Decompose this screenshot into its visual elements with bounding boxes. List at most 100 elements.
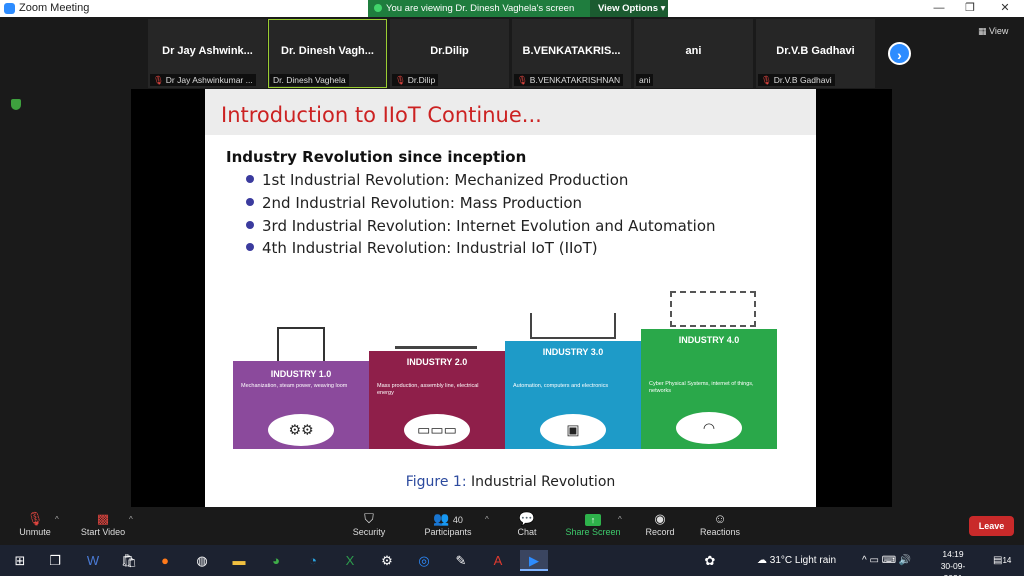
participant-tile[interactable]: B.VENKATAKRIS... 🎙 B.VENKATAKRISHNAN bbox=[512, 19, 631, 88]
participants-options-caret[interactable]: ^ bbox=[485, 515, 489, 524]
muted-mic-icon: 🎙 bbox=[395, 75, 406, 85]
emoji-icon: ☺ bbox=[713, 511, 727, 526]
gallery-next-page-button[interactable]: › bbox=[888, 42, 911, 65]
start-video-button[interactable]: ▩ Start Video bbox=[68, 511, 138, 537]
conveyor-icon: ▭▭▭ bbox=[401, 411, 473, 449]
leave-button[interactable]: Leave bbox=[969, 516, 1014, 536]
slide-bullet: 4th Industrial Revolution: Industrial Io… bbox=[246, 239, 598, 257]
view-options-label: View Options bbox=[598, 3, 659, 14]
restore-button[interactable]: ❐ bbox=[955, 0, 985, 17]
grid-icon: ▦ bbox=[978, 26, 987, 36]
view-options-button[interactable]: View Options ▾ bbox=[590, 0, 668, 17]
participants-button[interactable]: 👥 40 Participants bbox=[413, 511, 483, 537]
muted-mic-icon: 🎙 bbox=[517, 75, 528, 85]
factory-icon bbox=[277, 327, 325, 361]
slide-bullet: 3rd Industrial Revolution: Internet Evol… bbox=[246, 217, 716, 235]
window-title: Zoom Meeting bbox=[19, 2, 90, 14]
security-shield-icon[interactable] bbox=[11, 99, 21, 110]
bullet-icon bbox=[246, 197, 254, 206]
industry-title: INDUSTRY 3.0 bbox=[542, 347, 604, 357]
industry-4-block: INDUSTRY 4.0 Cyber Physical Systems, int… bbox=[641, 329, 777, 449]
presentation-slide: Introduction to IIoT Continue... Industr… bbox=[205, 89, 816, 507]
participant-tile[interactable]: ani ani bbox=[634, 19, 753, 88]
app-icon[interactable]: ✎ bbox=[450, 550, 472, 571]
zoom-taskbar-icon[interactable]: ▶ bbox=[520, 550, 548, 571]
file-explorer-icon[interactable]: ▬ bbox=[228, 550, 250, 571]
weather-widget[interactable]: ☁ 31°C Light rain bbox=[757, 545, 836, 576]
participant-tile[interactable]: Dr.V.B Gadhavi 🎙 Dr.V.B Gadhavi bbox=[756, 19, 875, 88]
share-banner-text: You are viewing Dr. Dinesh Vaghela's scr… bbox=[386, 3, 575, 14]
notification-count: 14 bbox=[1002, 556, 1012, 565]
assembly-line-icon bbox=[395, 329, 477, 349]
participant-label: Dr. Dinesh Vaghela bbox=[270, 74, 349, 86]
windows-start-icon[interactable]: ⊞ bbox=[9, 550, 31, 571]
industry-desc: Mechanization, steam power, weaving loom bbox=[241, 383, 348, 389]
word-icon[interactable]: W bbox=[82, 550, 104, 571]
task-view-icon[interactable]: ❐ bbox=[44, 550, 66, 571]
participant-tile[interactable]: Dr.Dilip 🎙 Dr.Dilip bbox=[390, 19, 509, 88]
industry-2-block: INDUSTRY 2.0 Mass production, assembly l… bbox=[369, 351, 505, 449]
view-layout-button[interactable]: ▦ View bbox=[978, 26, 1008, 37]
shield-icon: ⛉ bbox=[364, 511, 374, 526]
minimize-button[interactable]: — bbox=[924, 0, 954, 17]
clock[interactable]: 14:19 30-09-2021 bbox=[933, 548, 973, 576]
app-icon[interactable]: ◎ bbox=[413, 550, 435, 571]
acrobat-icon[interactable]: A bbox=[487, 550, 509, 571]
system-tray-icons[interactable]: ^ ▭ ⌨ 🔊 bbox=[862, 545, 911, 576]
computer-robot-icon bbox=[530, 313, 616, 339]
participant-name: ani bbox=[685, 45, 702, 57]
chat-button[interactable]: 💬 Chat bbox=[492, 511, 562, 537]
bullet-icon bbox=[246, 174, 254, 183]
excel-icon[interactable]: X bbox=[339, 550, 361, 571]
bullet-icon bbox=[246, 220, 254, 229]
industry-desc: Cyber Physical Systems, internet of thin… bbox=[649, 381, 754, 394]
participant-tile-active-speaker[interactable]: Dr. Dinesh Vagh... Dr. Dinesh Vaghela bbox=[268, 19, 387, 88]
reactions-button[interactable]: ☺ Reactions bbox=[685, 511, 755, 537]
network-robot-icon bbox=[670, 291, 756, 327]
chrome-icon[interactable]: ◕ bbox=[265, 550, 287, 571]
participant-name: Dr.Dilip bbox=[430, 45, 469, 57]
weather-text: 31°C Light rain bbox=[769, 555, 837, 566]
share-banner: You are viewing Dr. Dinesh Vaghela's scr… bbox=[368, 0, 668, 17]
zoom-app-icon bbox=[4, 3, 15, 14]
title-bar: Zoom Meeting You are viewing Dr. Dinesh … bbox=[0, 0, 1024, 17]
figure-caption: Figure 1: Industrial Revolution bbox=[205, 474, 816, 490]
participant-label: 🎙 Dr.V.B Gadhavi bbox=[758, 74, 835, 86]
industry-title: INDUSTRY 1.0 bbox=[270, 369, 332, 379]
participant-label: 🎙 Dr Jay Ashwinkumar ... bbox=[150, 74, 256, 86]
security-button[interactable]: ⛉ Security bbox=[334, 511, 404, 537]
store-icon[interactable]: 🛍 bbox=[118, 550, 140, 571]
video-options-caret[interactable]: ^ bbox=[129, 515, 133, 524]
participant-name: Dr.V.B Gadhavi bbox=[776, 45, 855, 57]
slide-heading: Industry Revolution since inception bbox=[226, 148, 527, 166]
figure-caption-text: Industrial Revolution bbox=[471, 474, 616, 490]
slide-bullet: 2nd Industrial Revolution: Mass Producti… bbox=[246, 194, 582, 212]
chat-icon: 💬 bbox=[518, 511, 536, 526]
close-button[interactable]: ✕ bbox=[990, 0, 1020, 17]
participant-name: Dr. Dinesh Vagh... bbox=[281, 45, 374, 57]
participant-tile[interactable]: Dr Jay Ashwink... 🎙 Dr Jay Ashwinkumar ..… bbox=[148, 19, 267, 88]
slide-bullet: 1st Industrial Revolution: Mechanized Pr… bbox=[246, 171, 628, 189]
participant-name: B.VENKATAKRIS... bbox=[522, 45, 621, 57]
edge-icon[interactable]: ◔ bbox=[302, 550, 324, 571]
clock-date: 30-09-2021 bbox=[940, 561, 966, 576]
notifications-button[interactable]: ▤14 bbox=[993, 545, 1011, 576]
slide-header: Introduction to IIoT Continue... bbox=[205, 89, 816, 135]
chip-icon: ▣ bbox=[537, 411, 609, 449]
unmute-button[interactable]: 🎙 Unmute bbox=[0, 511, 70, 537]
settings-icon[interactable]: ⚙ bbox=[376, 550, 398, 571]
firefox-icon[interactable]: ● bbox=[154, 550, 176, 571]
clock-time: 14:19 bbox=[942, 549, 964, 559]
audio-options-caret[interactable]: ^ bbox=[55, 515, 59, 524]
video-off-icon: ▩ bbox=[96, 511, 110, 526]
app-icon[interactable]: ◍ bbox=[191, 550, 213, 571]
app-icon[interactable]: ✿ bbox=[699, 550, 721, 571]
muted-mic-icon: 🎙 bbox=[26, 511, 44, 526]
shared-screen: Introduction to IIoT Continue... Industr… bbox=[131, 89, 892, 507]
muted-mic-icon: 🎙 bbox=[761, 75, 772, 85]
share-options-caret[interactable]: ^ bbox=[618, 515, 622, 524]
view-layout-label: View bbox=[989, 26, 1009, 36]
muted-mic-icon: 🎙 bbox=[153, 75, 164, 85]
cloud-icon: ☁ bbox=[757, 555, 767, 566]
figure-label: Figure 1: bbox=[405, 474, 467, 490]
